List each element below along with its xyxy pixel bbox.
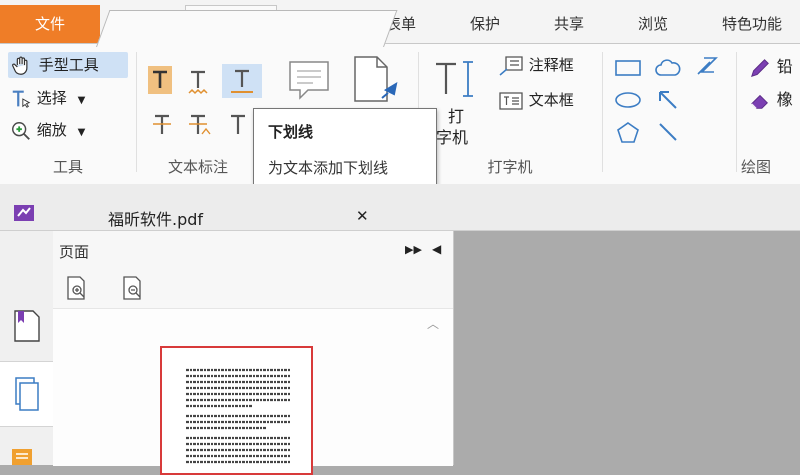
app-logo xyxy=(12,201,38,225)
select-tool-label: 选择 xyxy=(36,89,67,107)
cloud-icon xyxy=(655,59,681,76)
callout-button[interactable]: 注释框 xyxy=(498,52,594,78)
page-thumbnail[interactable] xyxy=(160,346,313,475)
textbox-icon xyxy=(499,91,523,110)
rectangle-icon xyxy=(615,60,641,76)
callout-label: 注释框 xyxy=(528,56,574,74)
expand-panel-icon[interactable]: ▶▶ xyxy=(405,243,422,256)
polyline-icon xyxy=(697,57,718,75)
eraser-button[interactable]: 橡 xyxy=(748,87,800,113)
chevron-down-icon: ▼ xyxy=(77,95,86,106)
oval-tool[interactable] xyxy=(614,90,642,110)
text-markup-group-label: 文本标注 xyxy=(167,158,228,176)
zoom-in-page-icon xyxy=(67,276,85,300)
scroll-up-icon[interactable]: ︿ xyxy=(427,315,439,332)
tooltip-description: 为文本添加下划线 xyxy=(268,159,389,177)
file-pin-icon xyxy=(354,56,398,102)
textbox-button[interactable]: 文本框 xyxy=(498,87,594,113)
comments-panel-button[interactable] xyxy=(10,447,36,467)
typewriter-button[interactable] xyxy=(432,58,486,112)
squiggly-text-button[interactable] xyxy=(186,66,210,98)
cloud-tool[interactable] xyxy=(654,56,682,80)
textbox-label: 文本框 xyxy=(528,91,574,109)
document-tab-shape xyxy=(96,10,398,47)
line-icon xyxy=(659,123,677,141)
tab-protect[interactable]: 保护 xyxy=(446,5,524,43)
strikeout-icon xyxy=(153,114,171,134)
polyline-tool[interactable] xyxy=(694,54,720,80)
eraser-label: 橡 xyxy=(776,90,793,109)
tab-features[interactable]: 特色功能 xyxy=(704,5,800,43)
document-tab[interactable]: 福昕软件.pdf ✕ xyxy=(108,202,378,232)
oval-icon xyxy=(615,92,641,108)
navigation-icon-strip xyxy=(0,231,54,465)
typewriter-group-label: 打字机 xyxy=(487,158,533,176)
pencil-icon xyxy=(751,58,769,77)
polygon-tool[interactable] xyxy=(614,120,642,146)
typewriter-label: 打 字机 xyxy=(435,107,468,147)
polygon-icon xyxy=(617,122,639,143)
eraser-icon xyxy=(751,94,768,109)
strikeout-text-button[interactable] xyxy=(150,112,174,138)
pages-icon xyxy=(15,377,39,411)
zoom-out-thumbnail-button[interactable] xyxy=(121,275,145,301)
tab-share[interactable]: 共享 xyxy=(530,5,608,43)
pencil-label: 铅 xyxy=(776,57,793,76)
tooltip-title: 下划线 xyxy=(268,123,314,141)
foxit-logo-icon xyxy=(14,205,34,221)
collapse-panel-icon[interactable]: ◀ xyxy=(432,242,441,256)
zoom-tool-button[interactable]: 缩放 ▼ xyxy=(10,117,130,143)
insert-text-icon xyxy=(231,114,245,134)
close-tab-icon[interactable]: ✕ xyxy=(356,207,369,225)
bookmarks-panel-button[interactable] xyxy=(12,309,42,343)
hand-tool-button[interactable]: 手型工具 xyxy=(8,52,128,78)
tab-browse[interactable]: 浏览 xyxy=(614,5,692,43)
drawing-group-label: 绘图 xyxy=(740,158,771,176)
insert-text-button[interactable] xyxy=(228,112,252,138)
underline-icon xyxy=(231,69,253,93)
comment-icon xyxy=(12,449,32,465)
group-divider xyxy=(736,52,737,172)
underline-text-button[interactable] xyxy=(222,64,262,98)
file-attachment-button[interactable] xyxy=(352,54,404,108)
zoom-tool-label: 缩放 xyxy=(36,121,67,139)
squiggly-underline-icon xyxy=(188,70,208,95)
group-divider xyxy=(136,52,137,172)
select-tool-button[interactable]: 选择 ▼ xyxy=(10,85,130,111)
rectangle-tool[interactable] xyxy=(614,58,642,78)
pages-panel-button[interactable] xyxy=(0,361,53,427)
hand-icon xyxy=(12,56,28,75)
hand-tool-label: 手型工具 xyxy=(38,56,99,74)
select-text-icon xyxy=(12,90,31,108)
arrow-icon xyxy=(659,91,677,109)
callout-icon xyxy=(499,55,523,76)
zoom-icon xyxy=(12,121,30,140)
page-text-lines xyxy=(186,368,290,464)
underline-tooltip: 下划线 为文本添加下划线 xyxy=(253,108,437,192)
arrow-tool[interactable] xyxy=(656,88,680,112)
tab-file[interactable]: 文件 xyxy=(0,5,100,43)
highlight-text-button[interactable] xyxy=(148,66,172,94)
highlight-icon xyxy=(153,70,167,88)
zoom-out-page-icon xyxy=(123,276,141,300)
bookmark-page-icon xyxy=(14,310,40,342)
pencil-button[interactable]: 铅 xyxy=(748,54,800,80)
chevron-down-icon: ▼ xyxy=(77,127,86,138)
note-icon xyxy=(289,61,329,100)
replace-text-button[interactable] xyxy=(188,112,214,138)
tools-group-label: 工具 xyxy=(52,158,83,176)
document-tab-filename: 福昕软件.pdf xyxy=(108,210,204,229)
typewriter-icon xyxy=(436,61,473,97)
group-divider xyxy=(602,52,603,172)
line-tool[interactable] xyxy=(656,120,680,144)
zoom-in-thumbnail-button[interactable] xyxy=(65,275,89,301)
pages-panel-title: 页面 xyxy=(59,243,90,261)
replace-text-icon xyxy=(189,114,211,135)
note-button[interactable] xyxy=(286,58,334,106)
